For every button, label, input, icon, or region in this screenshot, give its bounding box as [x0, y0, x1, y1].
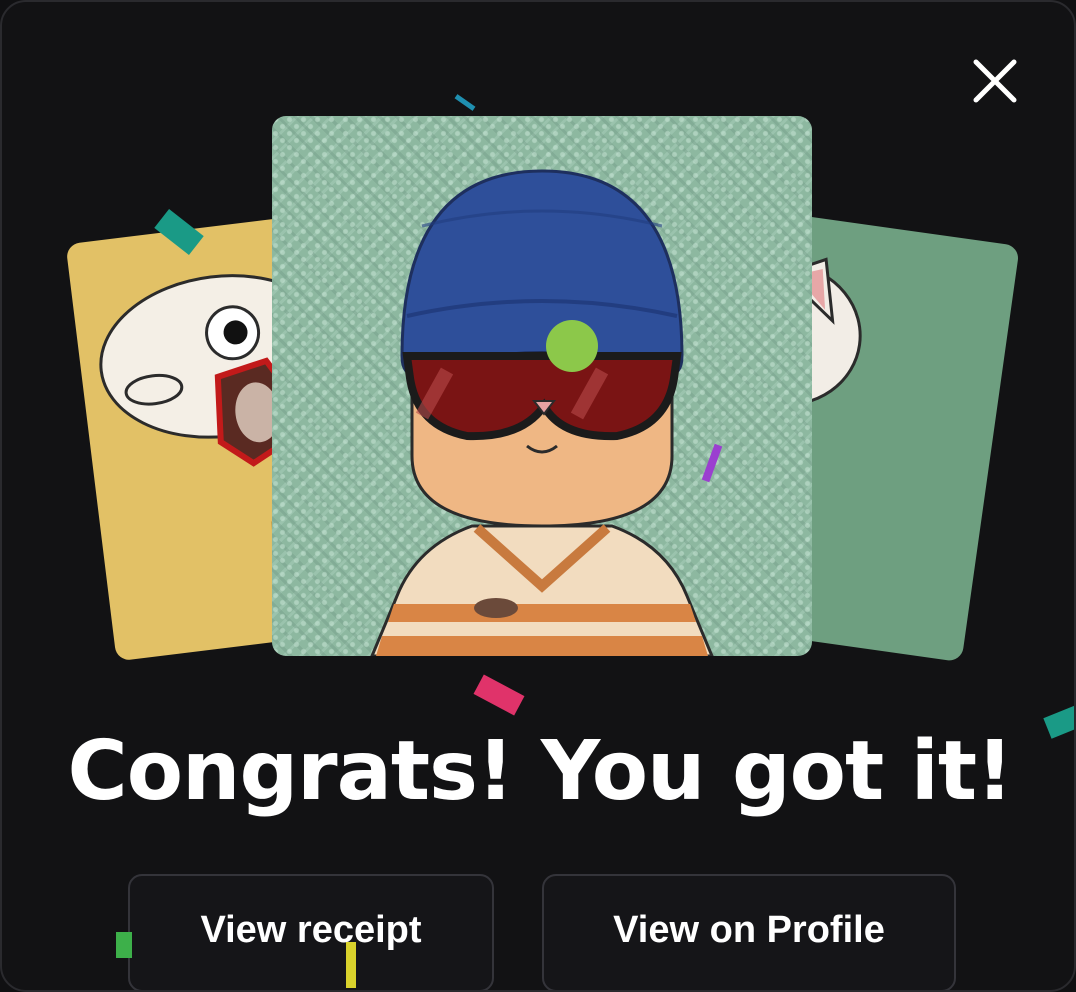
- confetti-piece: [546, 320, 598, 372]
- confetti-piece: [473, 674, 525, 716]
- view-receipt-button[interactable]: View receipt: [128, 874, 494, 990]
- view-on-profile-button[interactable]: View on Profile: [542, 874, 956, 990]
- close-button[interactable]: [966, 52, 1024, 110]
- success-title: Congrats! You got it!: [67, 724, 1014, 819]
- close-icon: [973, 59, 1017, 103]
- purchase-success-modal: Congrats! You got it! View receipt View …: [0, 0, 1076, 992]
- cat-beanie-sunglasses-image: [370, 169, 714, 656]
- confetti-piece: [346, 942, 356, 988]
- confetti-piece: [454, 94, 476, 111]
- confetti-piece: [116, 932, 132, 958]
- nft-card-center: [272, 116, 812, 656]
